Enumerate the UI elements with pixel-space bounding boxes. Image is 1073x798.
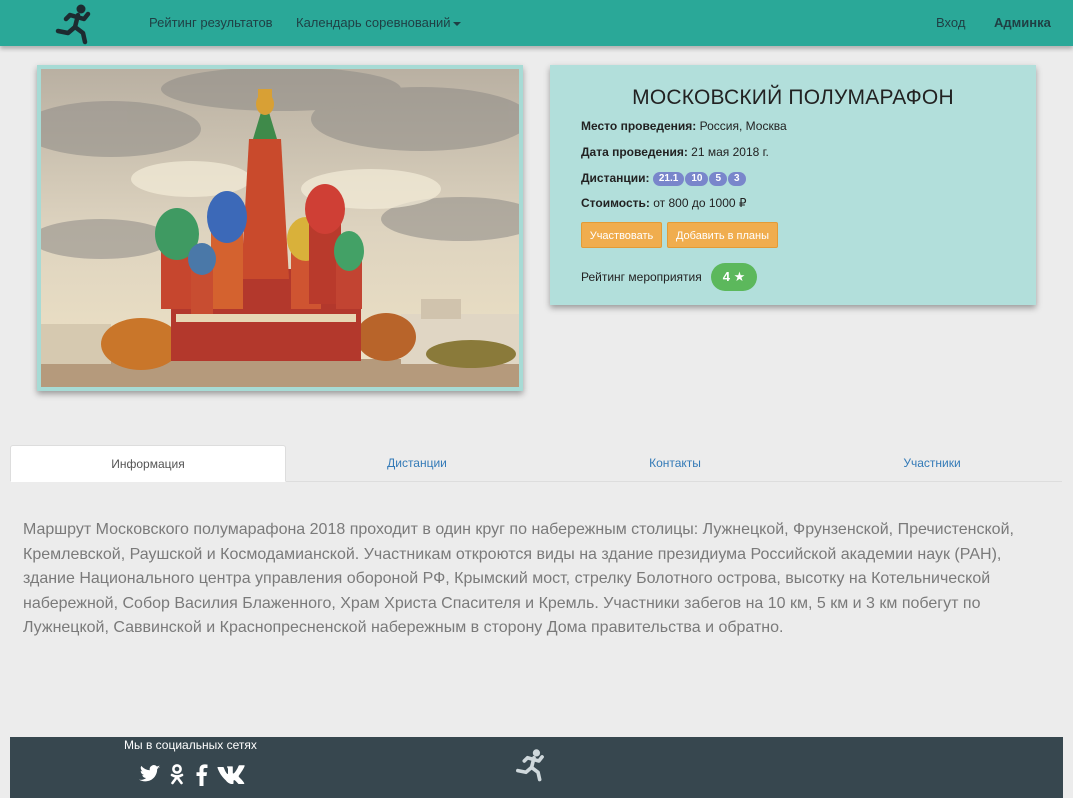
footer: Мы в социальных сетях — [10, 737, 1063, 798]
rating-value: 4 — [722, 269, 730, 284]
distances-label: Дистанции: — [581, 171, 650, 185]
distance-badge[interactable]: 3 — [728, 172, 746, 186]
tab-distances[interactable]: Дистанции — [286, 445, 548, 482]
event-title: МОСКОВСКИЙ ПОЛУМАРАФОН — [632, 86, 954, 109]
event-photo — [41, 69, 519, 387]
nav-login-link[interactable]: Вход — [936, 15, 965, 30]
distance-badge[interactable]: 21.1 — [652, 172, 685, 186]
nav-calendar-dropdown[interactable]: Календарь соревнований — [296, 15, 461, 30]
venue-value: Россия, Москва — [699, 119, 787, 133]
runner-logo-icon[interactable] — [52, 2, 104, 46]
event-info-card: МОСКОВСКИЙ ПОЛУМАРАФОН Место проведения:… — [550, 65, 1036, 305]
nav-calendar-label: Календарь соревнований — [296, 15, 451, 30]
navbar: Рейтинг результатов Календарь соревнован… — [0, 0, 1073, 46]
tab-participants[interactable]: Участники — [802, 445, 1062, 482]
nav-rating-link[interactable]: Рейтинг результатов — [149, 15, 273, 30]
date-value: 21 мая 2018 г. — [691, 145, 769, 159]
social-title: Мы в социальных сетях — [124, 738, 257, 752]
event-description: Маршрут Московского полумарафона 2018 пр… — [23, 521, 1014, 636]
participate-button[interactable]: Участвовать — [581, 222, 662, 248]
event-image-frame — [37, 65, 523, 391]
distances-row: Дистанции: 21.1 10 5 3 — [581, 171, 747, 186]
venue-label: Место проведения: — [581, 119, 697, 133]
vk-icon[interactable] — [217, 764, 247, 784]
date-row: Дата проведения: 21 мая 2018 г. — [581, 145, 769, 159]
cost-row: Стоимость: от 800 до 1000 ₽ — [581, 196, 747, 210]
facebook-icon[interactable] — [195, 764, 208, 786]
cost-label: Стоимость: — [581, 196, 650, 210]
add-to-plans-button[interactable]: Добавить в планы — [667, 222, 778, 248]
nav-admin-link[interactable]: Админка — [994, 15, 1051, 30]
date-label: Дата проведения: — [581, 145, 688, 159]
cost-value: от 800 до 1000 ₽ — [653, 196, 747, 210]
caret-down-icon — [452, 21, 461, 26]
distance-badge[interactable]: 10 — [685, 172, 709, 186]
rating-badge[interactable]: 4 ★ — [711, 263, 757, 291]
twitter-icon[interactable] — [139, 764, 161, 784]
tab-information[interactable]: Информация — [10, 445, 286, 482]
footer-runner-logo-icon[interactable] — [513, 745, 555, 785]
rating-label: Рейтинг мероприятия — [581, 270, 702, 284]
odnoklassniki-icon[interactable] — [169, 764, 185, 786]
star-icon: ★ — [733, 269, 746, 284]
distance-badge[interactable]: 5 — [709, 172, 728, 186]
tab-contacts[interactable]: Контакты — [548, 445, 802, 482]
venue-row: Место проведения: Россия, Москва — [581, 119, 787, 133]
